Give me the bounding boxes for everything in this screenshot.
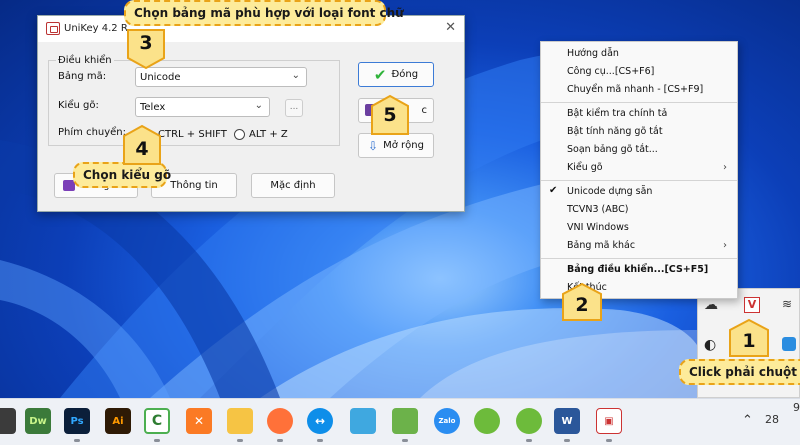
- dreamweaver-icon[interactable]: Dw: [25, 408, 51, 434]
- group-title: Điều khiển: [56, 55, 114, 66]
- menu-item-tools[interactable]: Công cụ...[CS+F6]: [567, 66, 654, 77]
- step-badge-4: 4: [122, 124, 162, 166]
- running-indicator: [154, 439, 160, 442]
- menu-item-spellcheck[interactable]: Bật kiểm tra chính tả: [567, 108, 667, 119]
- switch-key-label: Phím chuyển:: [58, 127, 127, 138]
- running-indicator: [606, 439, 612, 442]
- illustrator-icon[interactable]: Ai: [105, 408, 131, 434]
- running-indicator: [277, 439, 283, 442]
- menu-separator: [541, 180, 737, 181]
- chevron-up-icon[interactable]: ⌃: [742, 413, 753, 428]
- switch-radio-alt-z[interactable]: [234, 129, 245, 140]
- cloud-icon[interactable]: ☁: [704, 297, 718, 313]
- chevron-down-icon: ⌄: [291, 70, 300, 81]
- input-method-label: Kiểu gõ:: [58, 100, 99, 111]
- arrow-down-icon: ⇩: [368, 138, 379, 153]
- unikey-taskbar-icon[interactable]: ▣: [596, 408, 622, 434]
- chevron-down-icon: ⌄: [254, 100, 263, 111]
- wifi-icon[interactable]: ≋: [782, 297, 792, 311]
- running-indicator: [317, 439, 323, 442]
- coccoc-icon[interactable]: [474, 408, 500, 434]
- close-button-label: Đóng: [391, 69, 419, 80]
- step-badge-3: 3: [126, 28, 166, 70]
- menu-item-other-charset[interactable]: Bảng mã khác: [567, 240, 635, 251]
- app-icon-partial[interactable]: [0, 408, 16, 434]
- app-icon[interactable]: [350, 408, 376, 434]
- charset-value: Unicode: [140, 72, 181, 83]
- callout-tray: Click phải chuột và: [679, 359, 800, 385]
- callout-charset: Chọn bảng mã phù hợp với loại font chữ: [124, 0, 404, 26]
- checkmark-icon: ✔: [373, 65, 387, 84]
- step-badge-1: 1: [728, 318, 770, 358]
- menu-item-unicode[interactable]: Unicode dựng sẵn: [567, 186, 652, 197]
- switch-option-ctrl-shift[interactable]: CTRL + SHIFT: [158, 129, 227, 140]
- menu-item-macro-editor[interactable]: Soạn bảng gõ tắt...: [567, 144, 658, 155]
- expand-button-label: Mở rộng: [383, 140, 424, 151]
- photoshop-icon[interactable]: Ps: [64, 408, 90, 434]
- menu-item-input-method[interactable]: Kiểu gõ: [567, 162, 603, 173]
- default-button-label: Mặc định: [270, 180, 316, 191]
- guide-button-label: c: [421, 105, 428, 116]
- unikey-context-menu: Hướng dẫn Công cụ...[CS+F6] Chuyển mã nh…: [540, 41, 738, 299]
- menu-item-guide[interactable]: Hướng dẫn: [567, 48, 619, 59]
- step-badge-2: 2: [561, 282, 603, 322]
- menu-separator: [541, 258, 737, 259]
- close-icon[interactable]: ✕: [445, 20, 456, 35]
- expand-button[interactable]: ⇩ Mở rộng: [358, 133, 434, 158]
- file-explorer-icon[interactable]: [227, 408, 253, 434]
- menu-item-control-panel[interactable]: Bảng điều khiển...[CS+F5]: [567, 264, 708, 275]
- notepad-icon[interactable]: [392, 408, 418, 434]
- input-method-value: Telex: [140, 102, 166, 113]
- running-indicator: [402, 439, 408, 442]
- firefox-icon[interactable]: [267, 408, 293, 434]
- menu-separator: [541, 102, 737, 103]
- input-method-select[interactable]: Telex ⌄: [135, 97, 270, 117]
- menu-item-tcvn3[interactable]: TCVN3 (ABC): [567, 204, 628, 215]
- unikey-tray-icon[interactable]: V: [744, 297, 760, 313]
- step-badge-5: 5: [370, 94, 410, 136]
- word-icon[interactable]: W: [554, 408, 580, 434]
- menu-item-quick-convert[interactable]: Chuyển mã nhanh - [CS+F9]: [567, 84, 703, 95]
- camtasia-icon[interactable]: C: [144, 408, 170, 434]
- tray-partial: 9: [793, 401, 800, 414]
- chevron-right-icon: ›: [723, 240, 727, 251]
- taskbar: Dw Ps Ai C ✕ ↔ Zalo W ▣ ⌃ 28 9: [0, 398, 800, 445]
- network-tray-icon[interactable]: [782, 337, 796, 351]
- app-tray-icon[interactable]: ◐: [704, 337, 716, 353]
- checkmark-icon: ✔: [549, 185, 558, 196]
- zalo-icon[interactable]: Zalo: [434, 408, 460, 434]
- xampp-icon[interactable]: ✕: [186, 408, 212, 434]
- menu-item-macro[interactable]: Bật tính năng gõ tắt: [567, 126, 663, 137]
- running-indicator: [74, 439, 80, 442]
- coccoc-icon-2[interactable]: [516, 408, 542, 434]
- clock-partial[interactable]: 28: [765, 413, 779, 426]
- running-indicator: [237, 439, 243, 442]
- menu-item-vni[interactable]: VNI Windows: [567, 222, 629, 233]
- running-indicator: [564, 439, 570, 442]
- running-indicator: [526, 439, 532, 442]
- unikey-logo-icon: [46, 22, 60, 35]
- switch-option-alt-z[interactable]: ALT + Z: [249, 129, 288, 140]
- default-button[interactable]: Mặc định: [251, 173, 335, 198]
- charset-label: Bảng mã:: [58, 71, 107, 82]
- more-button[interactable]: ...: [285, 99, 303, 117]
- about-button-label: Thông tin: [170, 180, 218, 191]
- window-title: UniKey 4.2 R: [64, 23, 128, 34]
- chevron-right-icon: ›: [723, 162, 727, 173]
- close-button[interactable]: ✔ Đóng: [358, 62, 434, 87]
- teamviewer-icon[interactable]: ↔: [307, 408, 333, 434]
